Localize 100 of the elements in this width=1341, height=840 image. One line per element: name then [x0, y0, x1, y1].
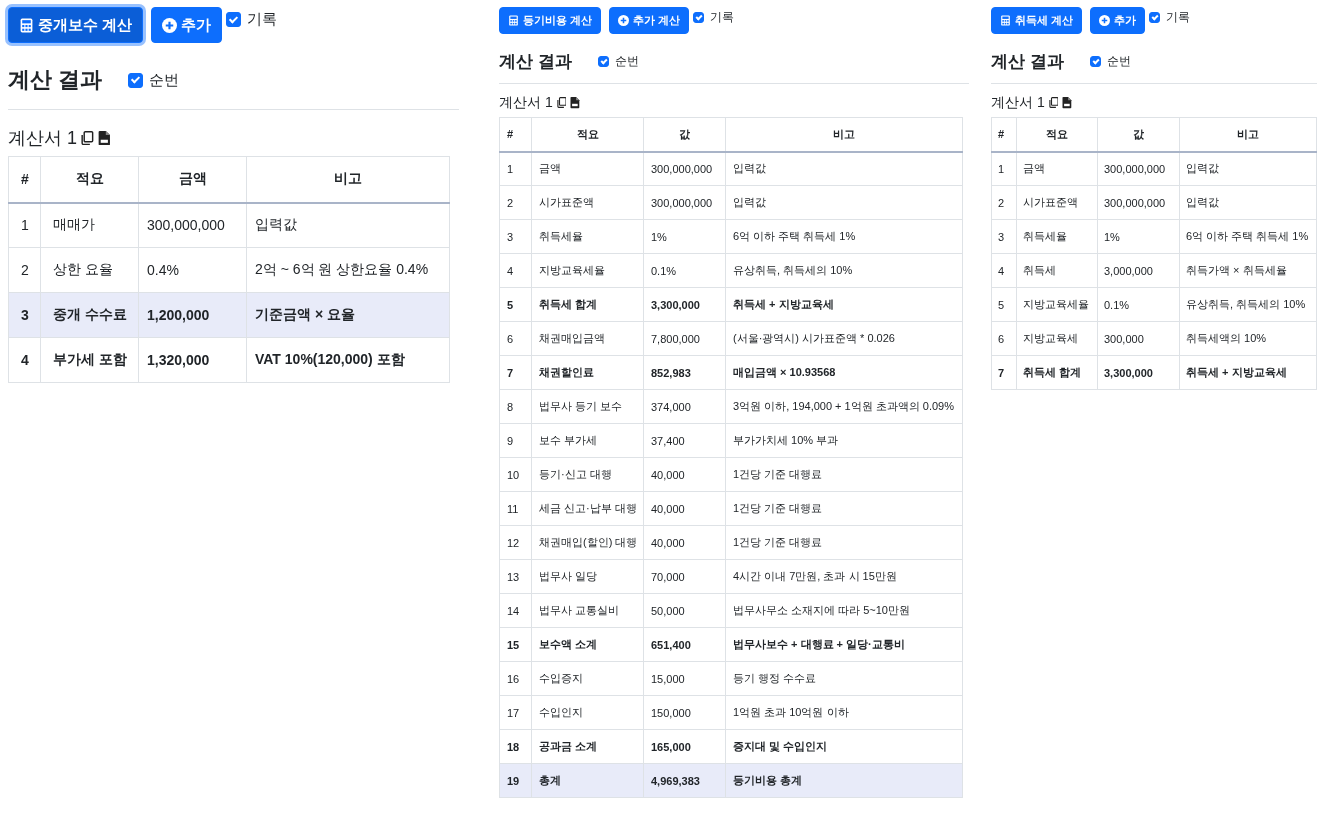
table-cell: 1건당 기준 대행료: [725, 491, 963, 526]
table-cell: VAT 10%(120,000) 포함: [246, 337, 450, 383]
table-cell: 6: [991, 321, 1017, 356]
calculate-button[interactable]: 취득세 계산: [991, 7, 1083, 34]
table-cell: 15: [499, 627, 532, 662]
csv-file-icon[interactable]: [97, 130, 111, 146]
column-header: #: [8, 156, 41, 203]
sheet-title: 계산서 1: [991, 94, 1045, 112]
table-cell: 3억원 이하, 194,000 + 1억원 초과액의 0.09%: [725, 389, 963, 424]
table-cell: 10: [499, 457, 532, 492]
table-cell: 6: [499, 321, 532, 356]
table-cell: 300,000,000: [1097, 151, 1180, 186]
table-cell: 법무사 일당: [531, 559, 644, 594]
table-cell: 852,983: [643, 355, 726, 390]
calculate-button[interactable]: 중개보수 계산: [8, 7, 144, 43]
table-cell: 1,320,000: [138, 337, 247, 383]
numbering-checkbox[interactable]: [1089, 56, 1101, 67]
table-cell: 3,000,000: [1097, 253, 1180, 288]
table-cell: 1건당 기준 대행료: [725, 525, 963, 560]
table-cell: 150,000: [643, 695, 726, 730]
table-cell: 매입금액 × 10.93568: [725, 355, 963, 390]
table-cell: 16: [499, 661, 532, 696]
table-cell: 금액: [531, 151, 644, 186]
table-cell: 17: [499, 695, 532, 730]
column-header: 값: [643, 117, 726, 152]
numbering-checkbox[interactable]: [128, 72, 144, 88]
table-cell: 입력값: [1179, 185, 1317, 220]
table-cell: 13: [499, 559, 532, 594]
csv-file-icon[interactable]: [570, 97, 581, 109]
table-cell: 70,000: [643, 559, 726, 594]
table-cell: 입력값: [725, 151, 963, 186]
checkbox-label: 기록: [1166, 10, 1191, 25]
table-cell: 50,000: [643, 593, 726, 628]
numbering-checkbox[interactable]: [597, 56, 609, 67]
calculate-button[interactable]: 등기비용 계산: [499, 7, 602, 34]
table-cell: 채권매입금액: [531, 321, 644, 356]
table-cell: 3: [991, 219, 1017, 254]
table-cell: 9: [499, 423, 532, 458]
table-cell: 3,300,000: [643, 287, 726, 322]
table-cell: 1%: [1097, 219, 1180, 254]
sheet-title: 계산서 1: [8, 127, 77, 150]
table-cell: 2: [991, 185, 1017, 220]
table-cell: 취득세율: [1016, 219, 1098, 254]
checkbox-label: 기록: [247, 10, 278, 29]
table-cell: 40,000: [643, 525, 726, 560]
copy-icon[interactable]: [81, 130, 94, 146]
add-button[interactable]: 추가: [151, 7, 223, 43]
table-cell: 8: [499, 389, 532, 424]
table-cell: 취득세 + 지방교육세: [1179, 355, 1317, 390]
table-cell: 11: [499, 491, 532, 526]
table-cell: (서울·광역시) 시가표준액 * 0.026: [725, 321, 963, 356]
table-cell: 취득가액 × 취득세율: [1179, 253, 1317, 288]
calculator-icon: [19, 17, 34, 33]
column-header: 적요: [1016, 117, 1098, 152]
table-cell: 0.1%: [643, 253, 726, 288]
table-cell: 보수 부가세: [531, 423, 644, 458]
record-checkbox[interactable]: [693, 12, 705, 23]
column-header: 값: [1097, 117, 1180, 152]
copy-icon[interactable]: [556, 97, 567, 109]
table-cell: 1억원 초과 10억원 이하: [725, 695, 963, 730]
table-cell: 1: [991, 151, 1017, 186]
table-cell: 1: [499, 151, 532, 186]
table-cell: 19: [499, 763, 532, 798]
table-cell: 2: [499, 185, 532, 220]
table-cell: 40,000: [643, 491, 726, 526]
column-header: #: [991, 117, 1017, 152]
table-cell: 지방교육세율: [1016, 287, 1098, 322]
table-cell: 15,000: [643, 661, 726, 696]
table-cell: 5: [991, 287, 1017, 322]
add-button[interactable]: 추가: [1090, 7, 1146, 34]
table-cell: 법무사보수 + 대행료 + 일당·교통비: [725, 627, 963, 662]
table-cell: 등기 행정 수수료: [725, 661, 963, 696]
section-heading: 계산 결과: [991, 51, 1064, 73]
copy-icon[interactable]: [1048, 97, 1059, 109]
table-cell: 입력값: [725, 185, 963, 220]
table-cell: 1: [8, 202, 41, 248]
table-cell: 법무사무소 소재지에 따라 5~10만원: [725, 593, 963, 628]
table-cell: 공과금 소계: [531, 729, 644, 764]
record-checkbox[interactable]: [226, 12, 242, 27]
table-cell: 취득세액의 10%: [1179, 321, 1317, 356]
table-cell: 4: [499, 253, 532, 288]
table-cell: 기준금액 × 요율: [246, 292, 450, 338]
table-cell: 1,200,000: [138, 292, 247, 338]
csv-file-icon[interactable]: [1062, 97, 1073, 109]
table-cell: 금액: [1016, 151, 1098, 186]
sheet-title: 계산서 1: [499, 94, 553, 112]
table-cell: 300,000,000: [643, 185, 726, 220]
record-checkbox[interactable]: [1149, 12, 1161, 23]
table-cell: 수입인지: [531, 695, 644, 730]
calculator-icon: [1000, 15, 1011, 26]
table-cell: 3,300,000: [1097, 355, 1180, 390]
table-cell: 부가세 포함: [40, 337, 139, 383]
table-cell: 취득세 합계: [531, 287, 644, 322]
table-cell: 14: [499, 593, 532, 628]
table-cell: 2: [8, 247, 41, 293]
column-header: 비고: [1179, 117, 1317, 152]
table-cell: 등기·신고 대행: [531, 457, 644, 492]
table-cell: 7: [499, 355, 532, 390]
add-button[interactable]: 추가 계산: [609, 7, 690, 34]
table-cell: 300,000,000: [138, 202, 247, 248]
